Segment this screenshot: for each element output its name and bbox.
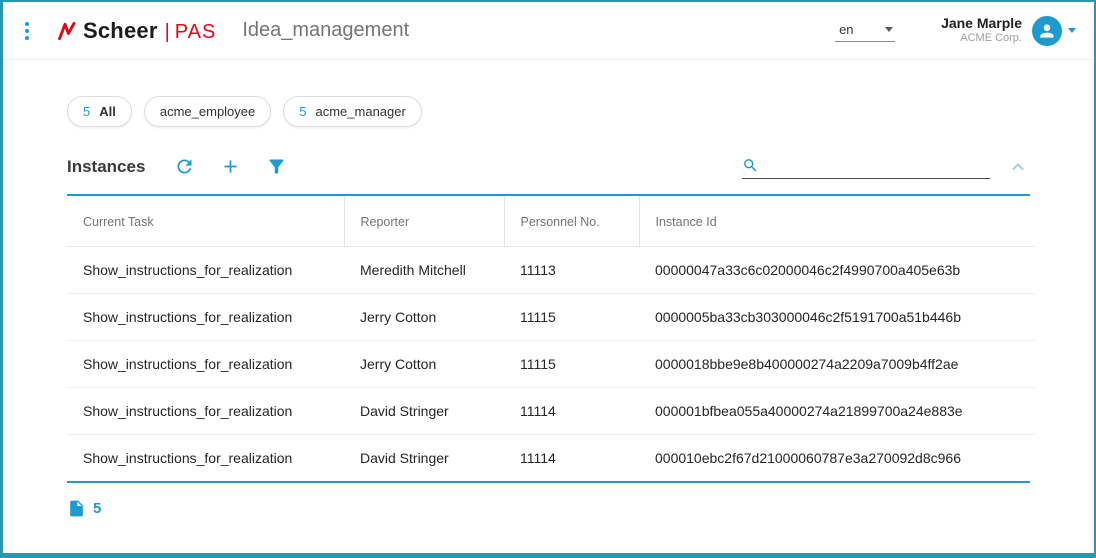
table-body: Show_instructions_for_realizationMeredit…: [67, 247, 1035, 482]
instances-toolbar: Instances: [67, 155, 1030, 179]
column-header-personnel-no[interactable]: Personnel No.: [504, 196, 639, 247]
chip-label: acme_employee: [160, 104, 255, 119]
document-icon: [67, 499, 86, 518]
column-header-reporter[interactable]: Reporter: [344, 196, 504, 247]
brand-separator: |: [165, 21, 170, 44]
app-window: Scheer | PAS Idea_management en Jane Mar…: [0, 0, 1096, 558]
cell-reporter: David Stringer: [344, 388, 504, 435]
search-icon: [742, 157, 759, 174]
cell-current-task: Show_instructions_for_realization: [67, 294, 344, 341]
chip-count: 5: [299, 104, 306, 119]
user-org: ACME Corp.: [941, 32, 1022, 46]
collapse-panel-button[interactable]: [1006, 155, 1030, 179]
filter-funnel-icon: [266, 156, 287, 177]
table-row[interactable]: Show_instructions_for_realizationDavid S…: [67, 435, 1035, 482]
cell-personnel-no: 11114: [504, 388, 639, 435]
table-row[interactable]: Show_instructions_for_realizationJerry C…: [67, 341, 1035, 388]
cell-personnel-no: 11115: [504, 294, 639, 341]
cell-instance-id: 0000018bbe9e8b400000274a2209a7009b4ff2ae: [639, 341, 1035, 388]
cell-reporter: Jerry Cotton: [344, 341, 504, 388]
table-header-row: Current TaskReporterPersonnel No.Instanc…: [67, 196, 1035, 247]
cell-instance-id: 000010ebc2f67d21000060787e3a270092d8c966: [639, 435, 1035, 482]
scheer-logo-icon: [57, 20, 79, 42]
page-title: Idea_management: [242, 19, 409, 42]
cell-instance-id: 00000047a33c6c02000046c2f4990700a405e63b: [639, 247, 1035, 294]
chevron-up-icon: [1006, 155, 1030, 179]
column-header-instance-id[interactable]: Instance Id: [639, 196, 1035, 247]
record-count: 5: [93, 500, 101, 517]
instances-heading: Instances: [67, 157, 145, 177]
search-field: [742, 155, 990, 179]
cell-current-task: Show_instructions_for_realization: [67, 247, 344, 294]
user-info: Jane Marple ACME Corp.: [941, 15, 1022, 46]
cell-instance-id: 000001bfbea055a40000274a21899700a24e883e: [639, 388, 1035, 435]
caret-down-icon: [885, 27, 893, 32]
kebab-menu-icon[interactable]: [19, 18, 35, 44]
filter-button[interactable]: [265, 156, 287, 178]
brand-name-scheer: Scheer: [83, 18, 158, 44]
table-row[interactable]: Show_instructions_for_realizationJerry C…: [67, 294, 1035, 341]
cell-current-task: Show_instructions_for_realization: [67, 435, 344, 482]
language-select[interactable]: en: [835, 20, 895, 42]
brand-name-pas: PAS: [175, 21, 217, 44]
table-row[interactable]: Show_instructions_for_realizationMeredit…: [67, 247, 1035, 294]
filter-chip-acme-employee[interactable]: acme_employee: [144, 96, 271, 127]
instances-table: Current TaskReporterPersonnel No.Instanc…: [67, 196, 1035, 481]
filter-chip-acme-manager[interactable]: 5 acme_manager: [283, 96, 422, 127]
cell-instance-id: 0000005ba33cb303000046c2f5191700a51b446b: [639, 294, 1035, 341]
user-name: Jane Marple: [941, 15, 1022, 33]
cell-current-task: Show_instructions_for_realization: [67, 341, 344, 388]
filter-chips: 5 All acme_employee 5 acme_manager: [67, 96, 1094, 127]
table-row[interactable]: Show_instructions_for_realizationDavid S…: [67, 388, 1035, 435]
language-value: en: [839, 22, 853, 37]
chip-count: 5: [83, 104, 90, 119]
brand-logo: Scheer | PAS: [57, 18, 216, 44]
person-icon: [1037, 21, 1057, 41]
cell-personnel-no: 11114: [504, 435, 639, 482]
table-bottom-divider: [67, 481, 1030, 483]
chip-label: All: [99, 104, 116, 119]
refresh-button[interactable]: [173, 156, 195, 178]
cell-reporter: David Stringer: [344, 435, 504, 482]
table-footer: 5: [67, 499, 1030, 518]
cell-reporter: Meredith Mitchell: [344, 247, 504, 294]
user-menu-caret-icon[interactable]: [1068, 28, 1076, 33]
cell-current-task: Show_instructions_for_realization: [67, 388, 344, 435]
search-input[interactable]: [759, 155, 990, 175]
refresh-icon: [174, 156, 195, 177]
add-instance-button[interactable]: [219, 156, 241, 178]
filter-chip-all[interactable]: 5 All: [67, 96, 132, 127]
topbar: Scheer | PAS Idea_management en Jane Mar…: [3, 2, 1094, 60]
column-header-current-task[interactable]: Current Task: [67, 196, 344, 247]
plus-icon: [220, 156, 241, 177]
avatar[interactable]: [1032, 16, 1062, 46]
cell-personnel-no: 11115: [504, 341, 639, 388]
chip-label: acme_manager: [315, 104, 405, 119]
cell-personnel-no: 11113: [504, 247, 639, 294]
cell-reporter: Jerry Cotton: [344, 294, 504, 341]
